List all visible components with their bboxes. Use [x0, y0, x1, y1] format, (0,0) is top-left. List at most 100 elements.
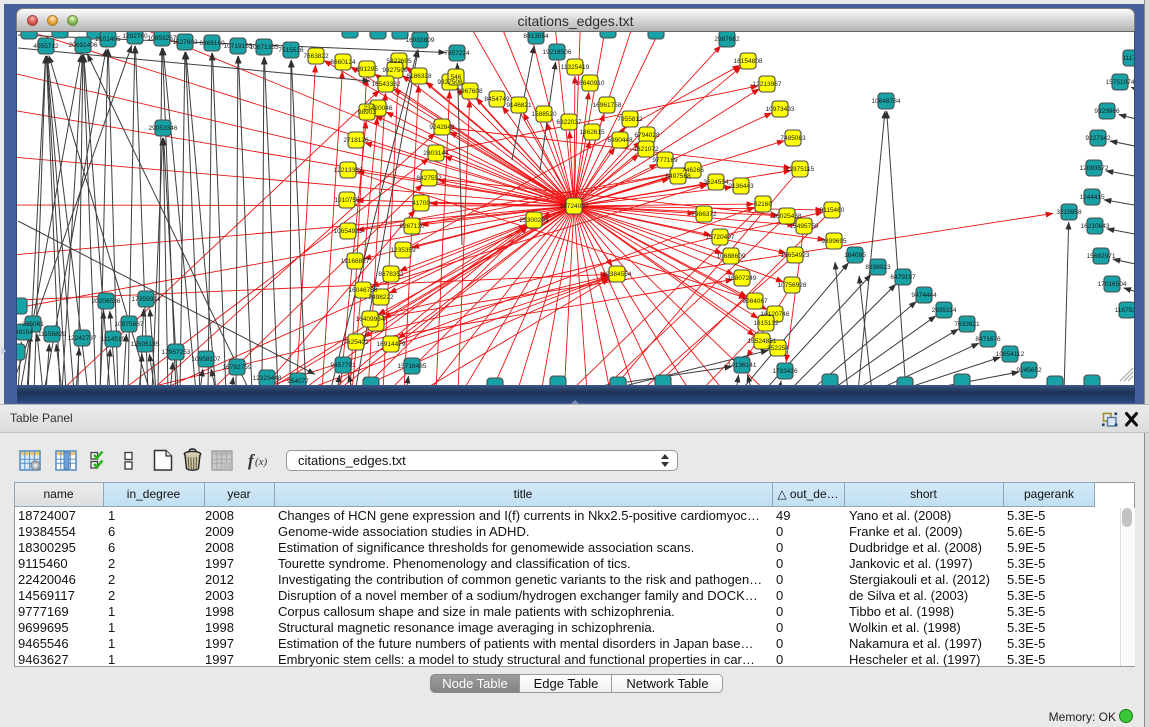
svg-text:14136141: 14136141: [728, 362, 757, 369]
svg-text:9084067: 9084067: [742, 298, 768, 305]
svg-text:2101405: 2101405: [95, 36, 121, 43]
svg-text:7857224: 7857224: [444, 50, 470, 57]
svg-text:1362615: 1362615: [579, 129, 605, 136]
svg-text:8427552: 8427552: [416, 175, 442, 182]
svg-text:17957253: 17957253: [162, 349, 191, 356]
svg-text:2967608: 2967608: [457, 88, 483, 95]
svg-text:15751074: 15751074: [1106, 79, 1134, 86]
svg-text:8813054: 8813054: [523, 33, 549, 40]
svg-text:2136443: 2136443: [728, 183, 754, 190]
svg-text:9474444: 9474444: [911, 292, 937, 299]
svg-text:6479197: 6479197: [890, 274, 916, 281]
svg-text:2987682: 2987682: [714, 36, 740, 43]
svg-text:6990448: 6990448: [607, 137, 633, 144]
svg-text:7955812: 7955812: [617, 116, 643, 123]
svg-text:252254: 252254: [767, 345, 789, 352]
svg-text:16640910: 16640910: [576, 80, 605, 87]
svg-text:891295: 891295: [356, 66, 378, 73]
svg-text:9457791: 9457791: [330, 362, 356, 369]
svg-text:16524851: 16524851: [748, 338, 777, 345]
svg-text:98903: 98903: [358, 109, 376, 116]
svg-text:16914479: 16914479: [377, 341, 406, 348]
svg-text:164095: 164095: [844, 252, 866, 259]
svg-text:8660124: 8660124: [330, 59, 356, 66]
svg-text:2718126: 2718126: [343, 137, 369, 144]
svg-text:15495759: 15495759: [790, 223, 819, 230]
svg-text:7663822: 7663822: [303, 53, 329, 60]
svg-text:41700: 41700: [412, 200, 430, 207]
svg-text:12505135: 12505135: [131, 341, 160, 348]
svg-text:16154808: 16154808: [734, 58, 763, 65]
svg-text:6497568: 6497568: [665, 173, 691, 180]
svg-text:18807249: 18807249: [728, 275, 757, 282]
svg-text:12213382: 12213382: [334, 167, 363, 174]
svg-text:3624554: 3624554: [703, 179, 729, 186]
svg-text:1733426: 1733426: [772, 368, 798, 375]
svg-text:8938923: 8938923: [865, 264, 891, 271]
svg-text:12213967: 12213967: [753, 81, 782, 88]
svg-text:16409934: 16409934: [356, 316, 385, 323]
svg-text:1244415: 1244415: [1079, 194, 1105, 201]
svg-text:9245652: 9245652: [1016, 367, 1042, 374]
svg-text:16033809: 16033809: [406, 37, 435, 44]
svg-text:11156829: 11156829: [38, 331, 66, 338]
svg-text:9827506: 9827506: [382, 67, 408, 74]
svg-text:18724007: 18724007: [560, 203, 589, 210]
svg-text:39154: 39154: [17, 329, 33, 336]
svg-text:12093572: 12093572: [1080, 165, 1109, 172]
svg-text:9899695: 9899695: [821, 238, 847, 245]
svg-text:9242848: 9242848: [429, 124, 455, 131]
svg-text:16046738: 16046738: [349, 287, 378, 294]
svg-text:15692971: 15692971: [1087, 253, 1116, 260]
svg-text:9146821: 9146821: [506, 102, 532, 109]
svg-text:15716485: 15716485: [398, 363, 427, 370]
svg-text:8471676: 8471676: [975, 336, 1001, 343]
svg-text:1615132: 1615132: [753, 320, 779, 327]
svg-text:16961758: 16961758: [593, 102, 622, 109]
svg-text:15720407: 15720407: [706, 234, 735, 241]
svg-text:12323448: 12323448: [253, 375, 282, 382]
svg-text:16210643: 16210643: [1081, 223, 1110, 230]
svg-text:11325419: 11325419: [561, 64, 590, 71]
svg-text:9115460: 9115460: [820, 207, 845, 214]
svg-text:10756928: 10756928: [778, 282, 807, 289]
svg-text:6794028: 6794028: [634, 132, 660, 139]
svg-text:16120746: 16120746: [761, 311, 790, 318]
svg-text:1588520: 1588520: [531, 111, 557, 118]
svg-text:7632621: 7632621: [954, 321, 980, 328]
svg-text:10973493: 10973493: [766, 106, 795, 113]
svg-text:9227342: 9227342: [1085, 135, 1111, 142]
svg-text:335061: 335061: [22, 321, 44, 328]
svg-text:(x): (x): [255, 456, 268, 468]
svg-text:2803144: 2803144: [423, 150, 449, 157]
svg-text:10719155: 10719155: [224, 43, 253, 50]
svg-text:19218506: 19218506: [543, 49, 572, 56]
svg-text:10025438: 10025438: [773, 213, 802, 220]
svg-text:7625402: 7625402: [343, 339, 369, 346]
svg-text:2935114: 2935114: [932, 307, 957, 314]
svg-text:546: 546: [451, 74, 462, 81]
svg-text:16782759: 16782759: [223, 364, 252, 371]
svg-text:11170: 11170: [1122, 55, 1134, 62]
svg-text:19166827: 19166827: [341, 258, 370, 265]
svg-text:17359934: 17359934: [132, 296, 161, 303]
svg-text:1167534: 1167534: [1115, 307, 1134, 314]
svg-text:7986372: 7986372: [691, 211, 717, 218]
svg-text:4055712: 4055712: [33, 43, 59, 50]
svg-text:10958107: 10958107: [192, 356, 221, 363]
svg-text:16543382: 16543382: [372, 81, 401, 88]
svg-text:1010755: 1010755: [334, 197, 360, 204]
svg-text:6966160: 6966160: [199, 40, 225, 47]
svg-text:17016504: 17016504: [1098, 281, 1127, 288]
svg-text:7485063: 7485063: [780, 135, 806, 142]
svg-text:3215958: 3215958: [1056, 209, 1082, 216]
svg-text:10671355: 10671355: [250, 44, 279, 51]
svg-text:6322037: 6322037: [556, 119, 582, 126]
svg-text:1114519: 1114519: [101, 336, 126, 343]
svg-text:20206536: 20206536: [92, 298, 121, 305]
svg-text:1527602: 1527602: [172, 39, 198, 46]
svg-text:19384554: 19384554: [603, 271, 632, 278]
svg-text:1621072: 1621072: [633, 146, 659, 153]
svg-text:20691406: 20691406: [69, 42, 98, 49]
svg-text:62160: 62160: [754, 201, 772, 208]
